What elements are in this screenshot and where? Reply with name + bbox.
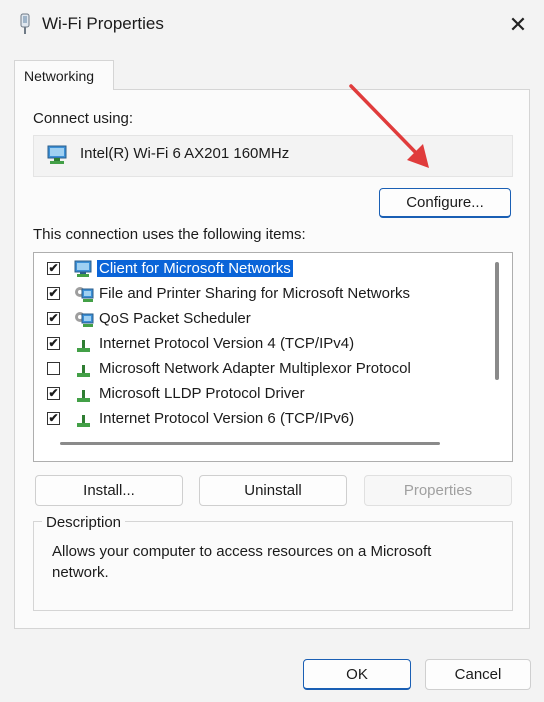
items-list[interactable]: ✔ Client for Microsoft Networks ✔ File a…	[33, 252, 513, 462]
protocol-icon	[74, 385, 94, 403]
list-item-label: QoS Packet Scheduler	[99, 310, 251, 327]
list-item-client[interactable]: ✔ Client for Microsoft Networks	[34, 257, 484, 282]
properties-button[interactable]: Properties	[364, 475, 512, 506]
list-item-label: File and Printer Sharing for Microsoft N…	[99, 285, 410, 302]
horizontal-scrollbar[interactable]	[60, 442, 440, 445]
network-service-icon	[74, 310, 94, 328]
description-text: Allows your computer to access resources…	[52, 543, 432, 581]
connect-using-label: Connect using:	[33, 110, 134, 127]
list-item-label: Microsoft LLDP Protocol Driver	[99, 385, 305, 402]
list-item-label: Internet Protocol Version 6 (TCP/IPv6)	[99, 410, 355, 427]
list-item-multiplexor[interactable]: Microsoft Network Adapter Multiplexor Pr…	[34, 357, 484, 382]
network-client-icon	[74, 260, 94, 278]
network-adapter-icon	[46, 145, 70, 165]
protocol-icon	[74, 360, 94, 378]
list-item-ipv4[interactable]: ✔ Internet Protocol Version 4 (TCP/IPv4)	[34, 332, 484, 357]
wifi-adapter-icon	[18, 13, 32, 35]
configure-button[interactable]: Configure...	[379, 188, 511, 218]
protocol-icon	[74, 410, 94, 428]
items-label: This connection uses the following items…	[33, 226, 306, 243]
list-item-label: Client for Microsoft Networks	[97, 260, 293, 277]
adapter-name: Intel(R) Wi-Fi 6 AX201 160MHz	[80, 145, 290, 162]
list-item-qos[interactable]: ✔ QoS Packet Scheduler	[34, 307, 484, 332]
checkbox[interactable]	[47, 362, 60, 375]
description-title: Description	[42, 514, 126, 531]
checkbox[interactable]: ✔	[47, 262, 60, 275]
list-item-label: Internet Protocol Version 4 (TCP/IPv4)	[99, 335, 355, 352]
network-service-icon	[74, 285, 94, 303]
install-button[interactable]: Install...	[35, 475, 183, 506]
checkbox[interactable]: ✔	[47, 312, 60, 325]
protocol-icon	[74, 335, 94, 353]
list-item-label: Microsoft Network Adapter Multiplexor Pr…	[99, 360, 411, 377]
list-item-ipv6[interactable]: ✔ Internet Protocol Version 6 (TCP/IPv6)	[34, 407, 484, 432]
window-title: Wi-Fi Properties	[42, 14, 164, 33]
checkbox[interactable]: ✔	[47, 287, 60, 300]
checkbox[interactable]: ✔	[47, 412, 60, 425]
vertical-scrollbar[interactable]	[495, 262, 499, 380]
uninstall-button[interactable]: Uninstall	[199, 475, 347, 506]
cancel-button[interactable]: Cancel	[425, 659, 531, 690]
close-button[interactable]: ✕	[500, 8, 536, 42]
tab-networking[interactable]: Networking	[14, 60, 114, 90]
checkbox[interactable]: ✔	[47, 387, 60, 400]
list-item-file-sharing[interactable]: ✔ File and Printer Sharing for Microsoft…	[34, 282, 484, 307]
annotation-arrow	[345, 82, 435, 172]
list-item-lldp[interactable]: ✔ Microsoft LLDP Protocol Driver	[34, 382, 484, 407]
checkbox[interactable]: ✔	[47, 337, 60, 350]
ok-button[interactable]: OK	[303, 659, 411, 690]
